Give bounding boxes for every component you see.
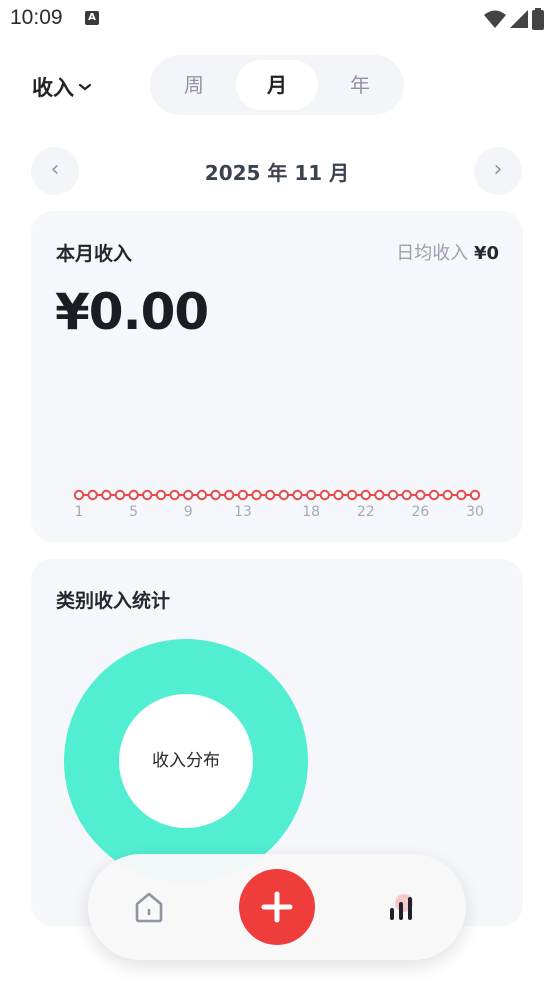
donut-center-label: 收入分布 (119, 694, 253, 828)
data-point (128, 489, 139, 501)
data-point (87, 489, 98, 501)
data-point (264, 489, 276, 501)
status-bar: 10:09 A (0, 0, 554, 38)
data-point (456, 489, 467, 501)
data-point (319, 489, 330, 501)
next-month-button[interactable]: › (474, 147, 522, 195)
data-point (387, 489, 399, 501)
data-point (278, 489, 290, 501)
data-point (251, 489, 262, 501)
daily-average: 日均收入 ¥0 (396, 239, 499, 265)
data-point (196, 489, 208, 501)
chevron-left-icon: ‹ (50, 157, 60, 182)
data-point (374, 489, 385, 501)
tab-week[interactable]: 周 (153, 60, 235, 110)
data-point (142, 489, 153, 501)
daily-average-value: ¥0 (473, 243, 499, 264)
prev-month-button[interactable]: ‹ (31, 147, 79, 195)
x-tick-label: 22 (357, 504, 375, 520)
bottom-navigation (88, 854, 466, 960)
data-point (469, 489, 481, 501)
data-point (224, 489, 235, 501)
status-time: 10:09 (10, 6, 63, 29)
data-point (101, 489, 112, 501)
income-type-selector[interactable]: 收入 (32, 72, 92, 102)
tab-month[interactable]: 月 (236, 60, 318, 110)
data-point (333, 489, 344, 501)
period-segmented-control: 周 月 年 (150, 55, 404, 115)
chevron-right-icon: › (493, 157, 503, 182)
income-donut-chart: 收入分布 (64, 639, 308, 883)
x-tick-label: 1 (75, 504, 84, 520)
month-label: 2025 年 11 月 (204, 161, 350, 185)
total-income: ¥0.00 (55, 283, 209, 341)
data-point (442, 489, 453, 501)
x-tick-label: 13 (234, 504, 252, 520)
data-point (346, 489, 358, 501)
type-selector-label: 收入 (32, 76, 74, 100)
data-point (305, 489, 317, 501)
wifi-icon (484, 10, 506, 28)
data-point (360, 489, 371, 501)
data-point (183, 489, 194, 501)
tab-year[interactable]: 年 (319, 60, 401, 110)
data-point (210, 489, 221, 501)
add-record-button[interactable] (239, 869, 315, 945)
data-point (73, 489, 85, 501)
data-point (114, 489, 126, 501)
data-point (155, 489, 167, 501)
income-line-chart: 1 5 9 13 18 22 26 30 (73, 489, 484, 520)
x-tick-label: 30 (466, 504, 484, 520)
x-tick-label: 9 (184, 504, 193, 520)
x-tick-label: 18 (302, 504, 320, 520)
cellular-signal-icon (510, 10, 528, 28)
data-point (401, 489, 412, 501)
data-point (169, 489, 180, 501)
x-tick-label: 26 (411, 504, 429, 520)
notification-a-icon: A (85, 11, 99, 25)
battery-icon (532, 8, 544, 30)
status-indicators (484, 8, 544, 30)
data-point (237, 489, 249, 501)
data-point (415, 489, 426, 501)
card-title: 类别收入统计 (56, 590, 171, 612)
x-tick-label: 5 (129, 504, 138, 520)
data-point (292, 489, 303, 501)
data-point (428, 489, 440, 501)
chevron-down-icon (78, 83, 92, 91)
home-icon[interactable] (132, 890, 166, 924)
daily-average-label: 日均收入 (396, 243, 469, 264)
monthly-income-card: 本月收入 日均收入 ¥0 ¥0.00 1 5 9 13 18 22 26 30 (31, 211, 523, 542)
bar-chart-icon[interactable] (384, 890, 418, 924)
plus-icon (261, 891, 293, 923)
card-title: 本月收入 (56, 243, 133, 265)
